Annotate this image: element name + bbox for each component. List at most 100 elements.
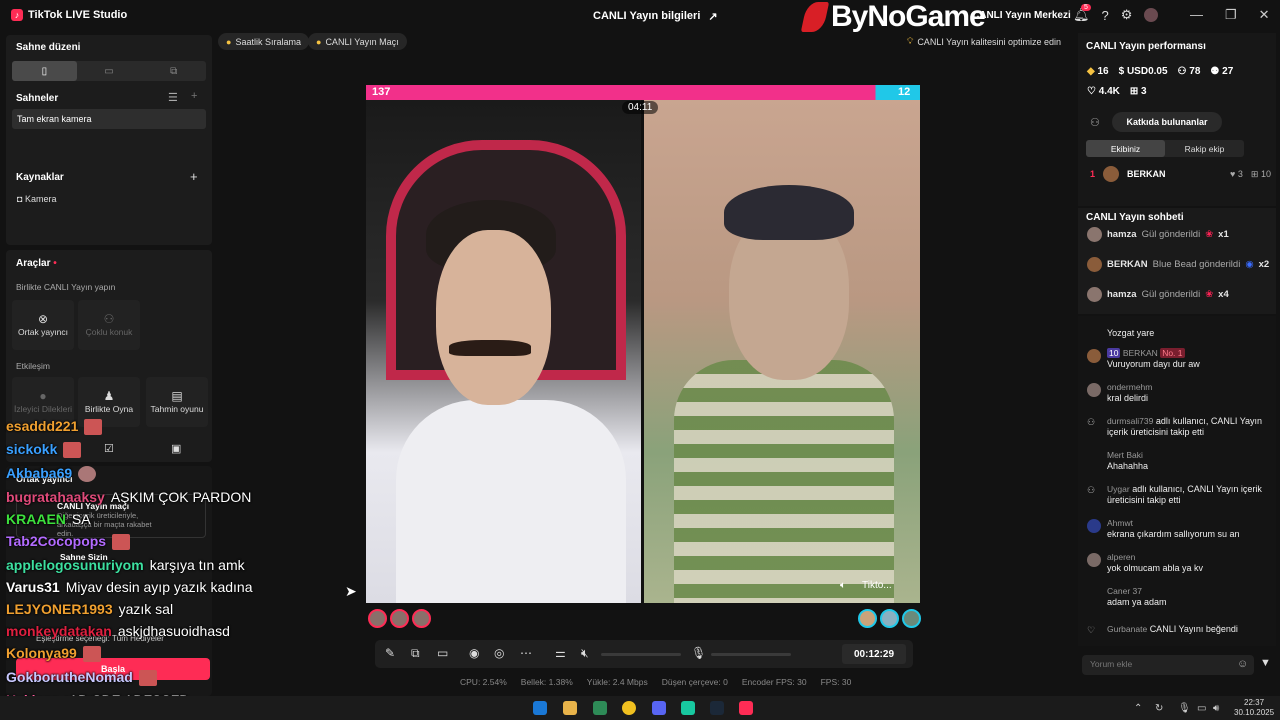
chat-avatar (1087, 383, 1101, 397)
battle-score-bar (366, 85, 920, 100)
emote-icon (112, 534, 131, 551)
hourly-ranking-chip[interactable]: ● Saatlik Sıralama (218, 33, 309, 50)
add-scene-icon[interactable]: + (191, 90, 197, 102)
tray-volume-icon[interactable]: 🔊︎ (1213, 703, 1219, 714)
add-source-icon[interactable]: + (190, 169, 198, 184)
co-host-tool[interactable]: ⊗ Ortak yayıncı (12, 300, 74, 350)
tiktok-taskbar-icon[interactable] (739, 701, 753, 715)
overlay-chat-line: Tab2Cocopops (6, 533, 131, 551)
landscape-layout-icon[interactable]: ▭ (77, 61, 142, 81)
team-avatar[interactable] (412, 609, 431, 628)
right-score: 12 (898, 86, 911, 98)
rival-avatar[interactable] (902, 609, 921, 628)
chat-user: 10 BERKAN No. 1 (1107, 348, 1185, 358)
team-avatar[interactable] (390, 609, 409, 628)
effects-icon[interactable]: ⧉ (411, 646, 420, 661)
profile-avatar[interactable] (1144, 8, 1159, 22)
windows-start-icon[interactable] (533, 701, 547, 715)
tray-mic-icon[interactable]: 🎙︎ (1178, 703, 1191, 714)
discord-icon[interactable] (652, 701, 666, 715)
chrome-icon[interactable] (622, 701, 636, 715)
portrait-layout-icon[interactable]: ▯ (12, 61, 77, 81)
contributor-row[interactable]: 1 BERKAN ♥ 3 ⊞ 10 (1090, 166, 1275, 182)
checklist-icon[interactable]: ☑ (104, 442, 114, 455)
team-avatar[interactable] (368, 609, 387, 628)
close-icon[interactable]: ✕ (1259, 7, 1270, 23)
camera-icon: ◘ (17, 194, 23, 204)
mic-icon[interactable]: 🎙︎ (691, 646, 706, 660)
overlay-chat-line: Akbaba69 (6, 465, 97, 483)
chat-text: adam ya adam (1107, 597, 1167, 607)
terminal-icon[interactable] (593, 701, 607, 715)
record-icon[interactable]: ◉ (469, 646, 479, 660)
live-info-button[interactable]: CANLI Yayın bilgileri ↗ (593, 10, 718, 23)
chat-avatar (1087, 519, 1101, 533)
bandana (724, 185, 854, 240)
blue-bead-icon: ◉ (1245, 259, 1254, 270)
brand-name: ByNoGame (831, 0, 986, 33)
gift-count: x4 (1218, 289, 1229, 300)
chat-avatar (1087, 349, 1101, 363)
brand-logo: ByNoGame (800, 0, 986, 34)
comment-input[interactable]: Yorum ekle (1082, 655, 1254, 675)
live-match-label: CANLI Yayın Maçı (325, 36, 399, 47)
file-explorer-icon[interactable] (563, 701, 577, 715)
screen-icon[interactable]: ▭ (437, 646, 448, 660)
mixer-icon[interactable]: ⚌ (555, 646, 566, 660)
target-icon[interactable]: ◎ (494, 646, 504, 660)
rival-avatar[interactable] (880, 609, 899, 628)
tab-rival-team[interactable]: Rakip ekip (1165, 140, 1244, 157)
likes-metric: ♡ 4.4K (1087, 86, 1120, 97)
multi-guest-tool[interactable]: ⚇ Çoklu konuk (78, 300, 140, 350)
window-controls: — ❐ ✕ (1190, 7, 1270, 23)
gifts-metric: ⊞ 3 (1129, 86, 1147, 97)
list-icon[interactable]: ☰ (168, 91, 178, 104)
clock[interactable]: 22:37 30.10.2025 (1234, 698, 1274, 718)
bell-icon[interactable]: 🔔︎ 5 (1073, 4, 1091, 23)
tray-monitor-icon[interactable]: ▭ (1197, 703, 1206, 714)
help-icon[interactable]: ? (1102, 8, 1109, 23)
quiz-icon: ▤ (171, 388, 183, 403)
diamond-metric: ◆ 16 (1087, 66, 1109, 77)
contributors-button[interactable]: Katkıda bulunanlar (1112, 112, 1222, 132)
steam-icon[interactable] (710, 701, 724, 715)
emoji-icon[interactable]: ☺ (1237, 658, 1248, 670)
bulb-icon: 💡︎ (907, 36, 914, 46)
tray-chevron-icon[interactable]: ⌃ (1134, 703, 1142, 714)
guess-game-tool[interactable]: ▤ Tahmin oyunu (146, 377, 208, 427)
rose-icon: ❀ (1205, 289, 1214, 300)
app-icon[interactable] (681, 701, 695, 715)
right-camera-feed (644, 100, 920, 603)
source-item[interactable]: ◘ Kamera (17, 194, 56, 204)
tab-your-team[interactable]: Ekibiniz (1086, 140, 1165, 157)
live-match-chip[interactable]: ● CANLI Yayın Maçı (308, 33, 407, 50)
scene-item[interactable]: Tam ekran kamera (12, 109, 206, 129)
share-icon: ↗ (708, 11, 718, 23)
left-team-avatars (368, 609, 431, 628)
optimize-tip[interactable]: 💡︎ CANLI Yayın kalitesini optimize edin (907, 33, 1061, 50)
viewer-wishes-label: İzleyici Dilekleri (13, 403, 73, 414)
minimize-icon[interactable]: — (1190, 7, 1203, 23)
speaker-icon[interactable]: 🔈︎ (840, 580, 846, 591)
guests-icon: ⚇ (103, 311, 115, 326)
multi-layout-icon[interactable]: ⧉ (141, 61, 206, 81)
rival-avatar[interactable] (858, 609, 877, 628)
send-icon[interactable]: ▼ (1260, 657, 1271, 669)
live-center-link[interactable]: CANLI Yayın Merkezi (972, 10, 1071, 21)
magic-wand-icon[interactable]: ✎ (385, 646, 395, 660)
co-host-label: Ortak yayıncı (17, 326, 69, 337)
box-icon[interactable]: ▣ (171, 442, 181, 455)
gear-icon[interactable]: ⚙ (1121, 7, 1133, 23)
speaker-mute-icon[interactable]: 🔇︎ (581, 646, 589, 661)
joystick-icon: ♟ (103, 388, 115, 403)
person-settings-icon[interactable]: ⚇ (1090, 116, 1100, 129)
overlay-chat-line: Varus31 Miyav desin ayıp yazık kadına (6, 579, 253, 595)
maximize-icon[interactable]: ❐ (1225, 7, 1237, 23)
new-followers-metric: ⚉ 27 (1210, 66, 1234, 77)
more-icon[interactable]: ⋯ (520, 646, 532, 660)
scene-panel: Sahne düzeni ▯ ▭ ⧉ Sahneler ☰ + Tam ekra… (6, 35, 212, 245)
brand-mark-icon (800, 2, 830, 32)
speaker-volume-slider[interactable] (601, 653, 681, 656)
tray-sync-icon[interactable]: ↻ (1155, 703, 1163, 714)
mic-volume-slider[interactable] (711, 653, 791, 656)
